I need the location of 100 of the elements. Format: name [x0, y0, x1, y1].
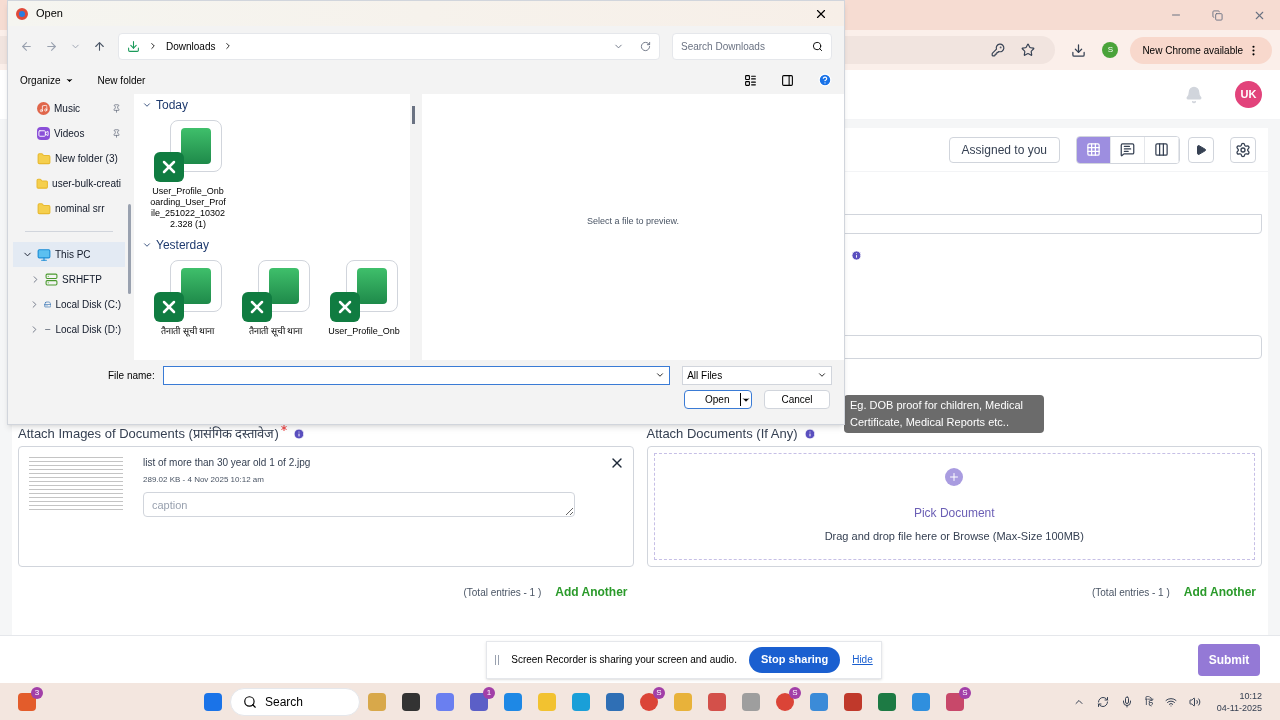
- breadcrumb-item[interactable]: Downloads: [166, 38, 216, 54]
- download-icon[interactable]: [1071, 42, 1087, 58]
- comments-view-icon: [1120, 142, 1135, 157]
- cancel-button[interactable]: Cancel: [764, 390, 830, 409]
- nav-item[interactable]: Local Disk (C:): [13, 292, 125, 317]
- taskbar-app-icon[interactable]: [402, 692, 420, 711]
- view-options-icon[interactable]: [744, 73, 757, 87]
- hard-drive-icon: [44, 298, 52, 311]
- preview-pane-icon[interactable]: [781, 73, 794, 87]
- section-title: Attach Images of Documents (प्रासंगिक दस्तावेज): [18, 425, 279, 444]
- bookmark-star-icon[interactable]: [1021, 43, 1036, 57]
- file-name[interactable]: तैनाती सूची थाना: [238, 326, 314, 337]
- attachment-meta: 289.02 KB - 4 Nov 2025 10:12 am: [143, 474, 265, 486]
- drop-hint: Drag and drop file here or Browse (Max-Size 100MB): [824, 529, 1084, 544]
- group-header[interactable]: Today: [142, 94, 402, 116]
- grid-view-icon: [1086, 142, 1101, 157]
- nav-item[interactable]: Local Disk (D:): [13, 317, 125, 342]
- nav-item[interactable]: nominal srr: [13, 196, 125, 221]
- chevron-down-icon: [142, 100, 152, 110]
- spreadsheet-file-icon: [154, 120, 222, 182]
- taskbar-app-icon[interactable]: [776, 692, 794, 711]
- play-icon: [1195, 143, 1207, 156]
- clock[interactable]: 10:12 04-11-2025: [1216, 689, 1262, 714]
- notification-badge: 3: [31, 686, 43, 699]
- notification-badge: S: [959, 686, 971, 699]
- info-icon: [803, 428, 816, 440]
- pick-document-label: Pick Document: [913, 505, 995, 522]
- volume-icon[interactable]: [1188, 695, 1201, 708]
- chevron-down-icon: [655, 370, 666, 380]
- group-header[interactable]: Yesterday: [142, 234, 402, 256]
- search-icon: [812, 40, 823, 52]
- update-chrome-button[interactable]: New Chrome available: [1130, 36, 1272, 64]
- music-icon: [37, 102, 50, 115]
- drop-zone[interactable]: Pick Document Drag and drop file here or Browse (Max-Size 100MB): [653, 453, 1255, 560]
- taskbar-app-icon[interactable]: [878, 692, 896, 711]
- pin-icon: [112, 129, 121, 138]
- entries-count: (Total entries - 1 ): [1091, 585, 1170, 600]
- dialog-title: Open: [36, 6, 64, 22]
- hide-link[interactable]: Hide: [852, 652, 873, 667]
- taskbar-app-icon[interactable]: [470, 692, 488, 711]
- info-icon: [292, 428, 305, 440]
- entries-count: (Total entries - 1 ): [463, 585, 542, 600]
- submit-button[interactable]: Submit: [1198, 643, 1260, 676]
- assigned-filter-button[interactable]: Assigned to you: [948, 136, 1060, 163]
- user-avatar[interactable]: UK: [1235, 81, 1262, 108]
- chevron-down-icon: [817, 370, 827, 380]
- search-box[interactable]: Search Downloads: [672, 32, 832, 60]
- taskbar-app-icon[interactable]: [18, 692, 36, 711]
- spreadsheet-file-icon: [242, 260, 310, 322]
- file-name[interactable]: User_Profile_Onb: [326, 326, 402, 337]
- input-language-indicator[interactable]: हि: [1144, 694, 1153, 709]
- taskbar-search[interactable]: Search: [230, 687, 360, 716]
- spreadsheet-file-icon: [154, 260, 222, 322]
- taskbar-app-icon[interactable]: [844, 692, 862, 711]
- settings-button[interactable]: [1230, 136, 1256, 163]
- microphone-icon[interactable]: [1120, 695, 1133, 708]
- play-button[interactable]: [1188, 136, 1214, 163]
- preview-text: Select a file to preview.: [586, 215, 680, 229]
- share-message: Screen Recorder is sharing your screen and audio.: [511, 653, 737, 667]
- address-bar[interactable]: Downloads: [118, 32, 660, 60]
- nav-item[interactable]: SRHFTP: [13, 267, 125, 292]
- search-field[interactable]: Search Downloads: [681, 38, 812, 54]
- view-toggle-button[interactable]: [1077, 136, 1111, 163]
- caption-field[interactable]: caption: [143, 492, 575, 517]
- up-icon[interactable]: [93, 39, 106, 53]
- nav-item[interactable]: Videos: [13, 121, 125, 146]
- help-icon[interactable]: [818, 73, 832, 87]
- file-name-label: File name:: [108, 368, 155, 383]
- folder-icon: [37, 201, 51, 216]
- sync-icon[interactable]: [1096, 695, 1109, 708]
- stop-sharing-button[interactable]: Stop sharing: [748, 646, 841, 673]
- notification-badge: S: [653, 686, 665, 699]
- search-icon: [243, 694, 257, 709]
- download-icon: [127, 39, 140, 53]
- file-name[interactable]: User_Profile_Onboarding_User_Profile_251022_103022.328 (1): [150, 186, 226, 230]
- attachment-file-name: list of more than 30 year old 1 of 2.jpg: [143, 456, 312, 470]
- nav-item[interactable]: This PC: [13, 242, 125, 267]
- new-folder-button[interactable]: New folder: [97, 72, 146, 88]
- add-another-link[interactable]: Add Another: [1183, 583, 1256, 601]
- back-icon[interactable]: [20, 39, 33, 53]
- add-another-link[interactable]: Add Another: [555, 583, 628, 601]
- taskbar-app-icon[interactable]: [640, 692, 658, 711]
- open-button[interactable]: Open: [684, 390, 752, 409]
- taskbar-app-icon[interactable]: [946, 692, 964, 711]
- restore-icon[interactable]: [1212, 9, 1223, 21]
- nav-item[interactable]: user-bulk-creati: [13, 171, 125, 196]
- refresh-icon[interactable]: [640, 40, 651, 52]
- video-icon: [37, 127, 50, 140]
- nav-item[interactable]: Music: [13, 96, 125, 121]
- notification-badge: S: [789, 686, 801, 699]
- folder-icon: [37, 151, 51, 166]
- password-key-icon[interactable]: [991, 43, 1006, 57]
- wifi-icon[interactable]: [1164, 695, 1177, 708]
- file-name[interactable]: तैनाती सूची थाना: [150, 326, 226, 337]
- forward-icon[interactable]: [45, 39, 58, 53]
- organize-button[interactable]: Organize: [20, 72, 74, 88]
- file-type-dropdown[interactable]: All Files: [682, 365, 832, 385]
- info-tooltip: Eg. DOB proof for children, Medical Certificate, Medical Reports etc..: [844, 395, 1044, 433]
- nav-item[interactable]: New folder (3): [13, 146, 125, 171]
- chevron-right-icon: [148, 41, 158, 51]
